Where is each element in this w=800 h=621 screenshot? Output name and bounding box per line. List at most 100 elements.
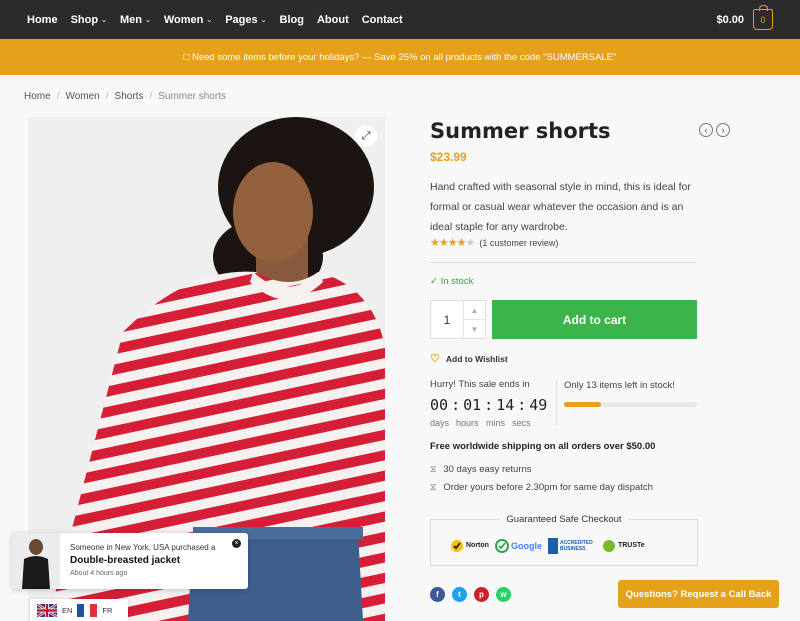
norton-badge-icon: Norton bbox=[450, 536, 489, 555]
promo-banner: □ Need some items before your holidays? … bbox=[0, 39, 800, 75]
divider bbox=[556, 380, 557, 425]
next-product-icon[interactable]: › bbox=[716, 123, 730, 137]
cart-widget[interactable]: $0.00 0 bbox=[716, 5, 773, 30]
nav-item-women[interactable]: Women ⌄ bbox=[164, 14, 212, 26]
purchase-info: Someone in New York, USA purchased a Dou… bbox=[60, 533, 215, 589]
dispatch-icon: ⧖ bbox=[430, 482, 437, 492]
cart-count: 0 bbox=[760, 14, 766, 25]
nav-item-about[interactable]: About bbox=[317, 14, 349, 26]
breadcrumb-separator: / bbox=[105, 91, 109, 102]
stock-status: ✓ In stock bbox=[430, 276, 474, 287]
nav-item-home[interactable]: Home bbox=[27, 14, 58, 26]
nav-item-label: Women bbox=[163, 13, 204, 26]
rating-stars-icon: ★★★★★ bbox=[430, 237, 475, 249]
breadcrumb-current: Summer shorts bbox=[158, 91, 227, 102]
feature-label: 30 days easy returns bbox=[443, 464, 532, 475]
cart-total[interactable]: $0.00 bbox=[716, 14, 744, 26]
sale-countdown: Hurry! This sale ends in 00: 01: 14: 49 … bbox=[430, 379, 550, 428]
nav-item-men[interactable]: Men ⌄ bbox=[120, 14, 151, 26]
google-trusted-badge-icon: Google bbox=[494, 536, 542, 555]
recent-purchase-popup[interactable]: Someone in New York, USA purchased a Dou… bbox=[12, 533, 248, 589]
purchase-product-thumbnail bbox=[12, 533, 60, 589]
breadcrumb-shorts[interactable]: Shorts bbox=[115, 91, 144, 102]
breadcrumb-separator: / bbox=[149, 91, 153, 102]
returns-icon: ⧖ bbox=[430, 464, 437, 474]
truste-badge-icon: TRUSTe bbox=[602, 536, 645, 555]
heart-icon: ♡ bbox=[430, 353, 440, 365]
purchase-product-name[interactable]: Double-breasted jacket bbox=[70, 554, 215, 567]
uk-flag-icon[interactable] bbox=[37, 603, 57, 617]
nav-item-blog[interactable]: Blog bbox=[280, 14, 304, 26]
product-price: $23.99 bbox=[430, 150, 467, 164]
feature-dispatch: ⧖ Order yours before 2.30pm for same day… bbox=[430, 482, 653, 493]
unit-secs: secs bbox=[512, 418, 531, 428]
breadcrumb: Home / Women / Shorts / Summer shorts bbox=[24, 91, 226, 102]
nav-item-contact[interactable]: Contact bbox=[362, 14, 403, 26]
divider bbox=[430, 262, 696, 263]
quantity-stepper[interactable]: 1 ▲ ▼ bbox=[430, 300, 486, 339]
unit-mins: mins bbox=[486, 418, 506, 428]
add-to-wishlist[interactable]: ♡ Add to Wishlist bbox=[430, 352, 508, 365]
facebook-icon[interactable]: f bbox=[430, 587, 445, 602]
nav-item-label: Contact bbox=[361, 13, 403, 26]
product-description: Hand crafted with seasonal style in mind… bbox=[430, 181, 691, 233]
safe-checkout-title: Guaranteed Safe Checkout bbox=[431, 514, 697, 525]
wishlist-label: Add to Wishlist bbox=[445, 353, 508, 364]
quantity-input[interactable]: 1 bbox=[431, 301, 463, 338]
quantity-down-icon[interactable]: ▼ bbox=[464, 320, 485, 338]
twitter-icon[interactable]: t bbox=[452, 587, 467, 602]
language-en[interactable]: EN bbox=[62, 606, 72, 615]
main-menu: Home Shop ⌄ Men ⌄ Women ⌄ Pages ⌄ Blog About Contac… bbox=[27, 14, 416, 26]
product-title: Summer shorts bbox=[430, 119, 611, 143]
whatsapp-icon[interactable]: w bbox=[496, 587, 511, 602]
breadcrumb-home[interactable]: Home bbox=[24, 91, 51, 102]
countdown-units: days hours mins secs bbox=[430, 418, 550, 428]
add-to-cart-button[interactable]: Add to cart bbox=[492, 300, 697, 339]
nav-item-label: About bbox=[316, 13, 349, 26]
social-share: ftpw bbox=[430, 587, 511, 602]
countdown-secs: 49 bbox=[529, 396, 548, 414]
review-link[interactable]: (1 customer review) bbox=[479, 238, 558, 248]
quantity-up-icon[interactable]: ▲ bbox=[464, 301, 485, 320]
stock-meter-bar bbox=[564, 402, 697, 407]
countdown-mins: 14 bbox=[496, 396, 515, 414]
language-switcher: EN FR bbox=[30, 599, 128, 621]
chevron-down-icon: ⌄ bbox=[144, 16, 151, 24]
purchase-line: Someone in New York, USA purchased a bbox=[70, 543, 216, 552]
unit-days: days bbox=[430, 418, 450, 428]
breadcrumb-women[interactable]: Women bbox=[65, 91, 99, 102]
product-rating: ★★★★★ (1 customer review) bbox=[430, 236, 558, 249]
quantity-steps: ▲ ▼ bbox=[463, 301, 485, 338]
nav-item-label: Blog bbox=[279, 13, 304, 26]
countdown-days: 00 bbox=[430, 396, 449, 414]
feature-label: Order yours before 2.30pm for same day d… bbox=[443, 482, 653, 493]
close-icon[interactable]: × bbox=[232, 539, 241, 548]
nav-item-label: Pages bbox=[225, 13, 258, 26]
zoom-expand-icon[interactable]: ⤢ bbox=[355, 125, 377, 147]
unit-hours: hours bbox=[456, 418, 479, 428]
request-call-back-button[interactable]: Questions? Request a Call Back bbox=[618, 580, 779, 608]
stock-meter: Only 13 items left in stock! bbox=[564, 380, 697, 407]
bbb-accredited-badge-icon: ACCREDITED BUSINESS bbox=[547, 536, 596, 555]
stock-meter-text: Only 13 items left in stock! bbox=[564, 380, 675, 391]
safe-checkout-box: Guaranteed Safe Checkout Norton Google A… bbox=[430, 514, 698, 566]
nav-item-label: Men bbox=[119, 13, 142, 26]
fr-flag-icon[interactable] bbox=[77, 603, 98, 617]
breadcrumb-separator: / bbox=[56, 91, 60, 102]
cart-bag-icon[interactable]: 0 bbox=[753, 5, 773, 30]
countdown-digits: 00: 01: 14: 49 bbox=[430, 396, 548, 414]
trust-badges: Norton Google ACCREDITED BUSINESS TRUSTe bbox=[450, 536, 645, 555]
product-navigation: ‹ › bbox=[699, 123, 730, 137]
nav-item-pages[interactable]: Pages ⌄ bbox=[225, 14, 266, 26]
countdown-title: Hurry! This sale ends in bbox=[430, 379, 530, 390]
nav-item-label: Home bbox=[27, 13, 58, 26]
chevron-down-icon: ⌄ bbox=[101, 16, 107, 24]
language-fr[interactable]: FR bbox=[102, 606, 112, 615]
nav-item-shop[interactable]: Shop ⌄ bbox=[71, 14, 107, 26]
feature-returns: ⧖ 30 days easy returns bbox=[430, 464, 532, 475]
previous-product-icon[interactable]: ‹ bbox=[699, 123, 713, 137]
countdown-hours: 01 bbox=[463, 396, 482, 414]
pinterest-icon[interactable]: p bbox=[474, 587, 489, 602]
chevron-down-icon: ⌄ bbox=[206, 16, 213, 24]
top-navigation: Home Shop ⌄ Men ⌄ Women ⌄ Pages ⌄ Blog About Contac… bbox=[0, 0, 800, 39]
